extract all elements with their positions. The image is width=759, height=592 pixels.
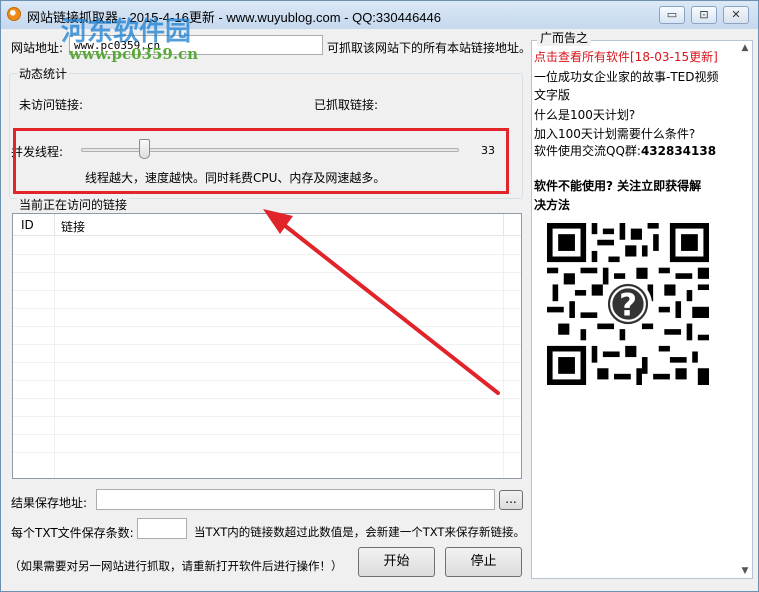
ad-link-100-day-conditions[interactable]: 加入100天计划需要什么条件? <box>534 125 695 142</box>
browse-button[interactable]: ... <box>499 490 523 510</box>
close-button[interactable]: ✕ <box>723 6 749 24</box>
grid-row-line <box>13 326 521 327</box>
ad-help-line-2: 决方法 <box>534 198 571 212</box>
site-address-hint: 可抓取该网站下的所有本站链接地址。 <box>327 41 532 55</box>
ad-link-ted-story-cont[interactable]: 文字版 <box>534 86 570 103</box>
grid-row-line <box>13 416 521 417</box>
grid-row-line <box>13 362 521 363</box>
grid-row-line <box>13 254 521 255</box>
ad-link-ted-story[interactable]: 一位成功女企业家的故事-TED视频 <box>534 68 718 85</box>
table-header: ID 链接 <box>13 214 521 236</box>
grid-row-line <box>13 272 521 273</box>
maximize-icon: ⊡ <box>699 8 709 21</box>
close-icon: ✕ <box>731 8 741 21</box>
minimize-button[interactable]: ▭ <box>659 6 685 24</box>
ad-scroll-down-button[interactable]: ▼ <box>738 564 752 578</box>
grid-row-line <box>13 398 521 399</box>
ad-qq-group-text: 软件使用交流QQ群: <box>534 144 641 158</box>
ad-link-all-software[interactable]: 点击查看所有软件[18-03-15更新] <box>534 48 718 65</box>
current-links-group-title: 当前正在访问的链接 <box>17 196 130 213</box>
column-header-link[interactable]: 链接 <box>61 218 85 235</box>
footer-note: （如果需要对另一网站进行抓取，请重新打开软件后进行操作！） <box>9 559 343 573</box>
column-separator <box>503 214 504 236</box>
ad-qq-group-label: 软件使用交流QQ群:432834138 <box>534 142 716 159</box>
unvisited-links-label: 未访问链接: <box>19 98 84 112</box>
current-links-table[interactable]: ID 链接 <box>12 213 522 479</box>
ad-panel: ▲ 点击查看所有软件[18-03-15更新] 一位成功女企业家的故事-TED视频… <box>531 40 753 579</box>
grid-row-line <box>13 344 521 345</box>
stop-button[interactable]: 停止 <box>445 547 522 577</box>
watermark-logo: 河东软件园 <box>61 17 192 47</box>
grid-row-line <box>13 452 521 453</box>
grid-row-line <box>13 308 521 309</box>
save-path-label: 结果保存地址: <box>11 496 88 510</box>
save-path-input[interactable] <box>96 489 495 510</box>
fetched-links-label: 已抓取链接: <box>314 98 379 112</box>
per-file-count-hint: 当TXT内的链接数超过此数值是，会新建一个TXT来保存新链接。 <box>194 525 525 539</box>
grid-row-line <box>13 290 521 291</box>
qr-code-image: ? <box>547 223 709 385</box>
stats-group-title: 动态统计 <box>17 65 70 82</box>
qr-help-glyph: ? <box>619 288 637 324</box>
grid-row-line <box>13 380 521 381</box>
annotation-highlight-box <box>13 128 509 194</box>
ad-scroll-up-button[interactable]: ▲ <box>738 41 752 55</box>
minimize-icon: ▭ <box>666 8 678 21</box>
site-address-label: 网站地址: <box>11 41 64 55</box>
maximize-button[interactable]: ⊡ <box>691 6 717 24</box>
app-icon <box>7 7 21 21</box>
start-button[interactable]: 开始 <box>358 547 435 577</box>
watermark-url: www.pc0359.cn <box>69 45 199 63</box>
ad-link-100-day-plan[interactable]: 什么是100天计划? <box>534 106 635 123</box>
column-header-id[interactable]: ID <box>21 218 34 232</box>
per-file-count-input[interactable] <box>137 518 187 539</box>
ad-help-line-1: 软件不能使用? 关注立即获得解 <box>534 179 702 193</box>
app-window: 网站链接抓取器 - 2015-4-16更新 - www.wuyublog.com… <box>0 0 759 592</box>
column-separator <box>54 214 55 236</box>
per-file-count-label: 每个TXT文件保存条数: <box>11 526 134 540</box>
ad-panel-title: 广而告之 <box>537 29 592 46</box>
ad-qq-group-number: 432834138 <box>640 144 717 158</box>
grid-row-line <box>13 434 521 435</box>
